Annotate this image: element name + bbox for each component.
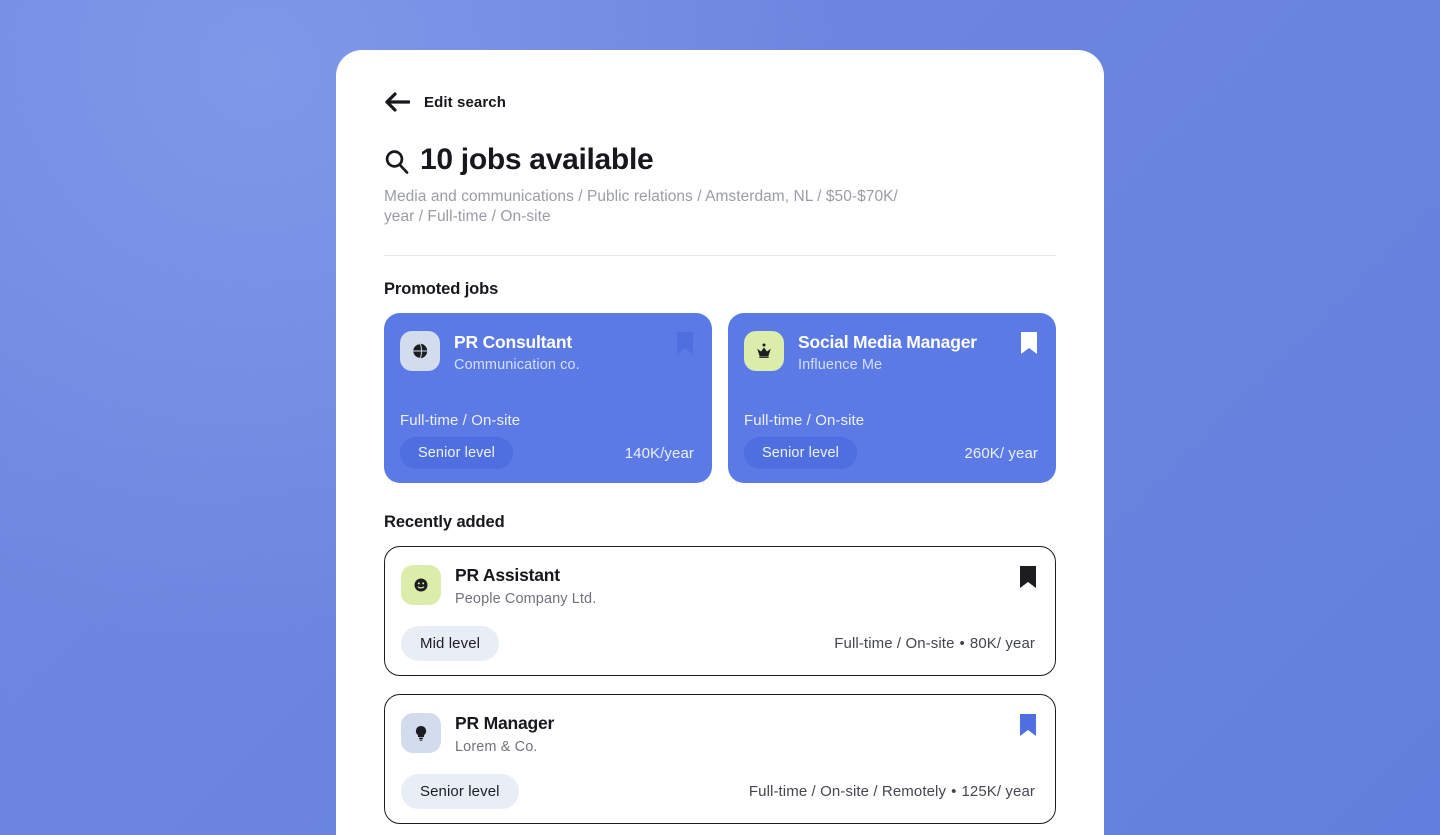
promoted-card-header: PR Consultant Communication co. (400, 331, 694, 373)
smiley-icon (401, 565, 441, 605)
company-name: Lorem & Co. (455, 739, 538, 755)
job-meta: Full-time / On-site (400, 412, 521, 429)
edit-search-button[interactable]: Edit search (384, 50, 1056, 112)
job-meta-text: Full-time / On-site (834, 635, 955, 652)
experience-level-badge: Mid level (401, 626, 500, 661)
promoted-card-titles: PR Consultant Communication co. (454, 331, 694, 373)
promoted-card-titles: Social Media Manager Influence Me (798, 331, 1038, 373)
bookmark-icon[interactable] (676, 331, 694, 355)
job-meta-text: Full-time / On-site / Remotely (748, 783, 947, 800)
globe-icon (400, 331, 440, 371)
company-name: Influence Me (798, 357, 883, 373)
recent-card-titles: PR Manager Lorem & Co. (455, 713, 554, 755)
job-title: PR Consultant (454, 332, 572, 352)
promoted-section-title: Promoted jobs (384, 280, 499, 298)
recent-job-card[interactable]: PR Assistant People Company Ltd. Mid lev… (384, 546, 1056, 676)
promoted-card-footer: Senior level 260K/ year (744, 437, 1038, 469)
edit-search-label: Edit search (424, 93, 506, 111)
promoted-job-card[interactable]: PR Consultant Communication co. Full-tim… (384, 313, 712, 483)
app-panel: Edit search 10 jobs available Media and … (336, 50, 1104, 835)
job-meta: Full-time / On-site / Remotely • 125K/ yea… (749, 783, 1035, 800)
crown-icon (744, 331, 784, 371)
meta-separator: • (959, 635, 965, 652)
recent-section-title: Recently added (384, 513, 505, 531)
recent-card-header: PR Manager Lorem & Co. (401, 713, 1035, 755)
experience-level-badge: Senior level (400, 437, 513, 469)
filters-summary: Media and communications / Public relati… (384, 188, 898, 225)
panel-content: Edit search 10 jobs available Media and … (336, 50, 1104, 824)
bookmark-icon[interactable] (1019, 565, 1037, 589)
recent-card-list: PR Assistant People Company Ltd. Mid lev… (384, 546, 1056, 824)
search-icon (384, 147, 409, 174)
recent-section: Recently added PR Assistant People Compa… (384, 483, 1056, 824)
job-meta: Full-time / On-site • 80K/ year (834, 635, 1035, 652)
job-title: PR Assistant (455, 565, 560, 585)
salary-label: 140K/year (624, 444, 694, 462)
arrow-left-icon (384, 91, 410, 113)
salary-label: 260K/ year (964, 444, 1038, 462)
promoted-job-card[interactable]: Social Media Manager Influence Me Full-t… (728, 313, 1056, 483)
promoted-card-header: Social Media Manager Influence Me (744, 331, 1038, 373)
meta-separator: • (951, 783, 957, 800)
company-name: Communication co. (454, 357, 580, 373)
bookmark-icon[interactable] (1019, 713, 1037, 737)
recent-card-header: PR Assistant People Company Ltd. (401, 565, 1035, 607)
salary-label: 80K/ year (969, 635, 1035, 652)
bookmark-icon[interactable] (1020, 331, 1038, 355)
experience-level-badge: Senior level (744, 437, 857, 469)
recent-card-footer: Mid level Full-time / On-site • 80K/ year (401, 626, 1035, 661)
company-name: People Company Ltd. (455, 591, 597, 607)
promoted-card-footer: Senior level 140K/year (400, 437, 694, 469)
recent-job-card[interactable]: PR Manager Lorem & Co. Senior level Full… (384, 694, 1056, 824)
recent-card-titles: PR Assistant People Company Ltd. (455, 565, 596, 607)
lightbulb-icon (401, 713, 441, 753)
recent-card-footer: Senior level Full-time / On-site / Remot… (401, 774, 1035, 809)
promoted-card-grid: PR Consultant Communication co. Full-tim… (384, 313, 1056, 483)
results-heading: 10 jobs available (384, 143, 1056, 177)
salary-label: 125K/ year (961, 783, 1035, 800)
job-title: Social Media Manager (798, 332, 977, 352)
job-meta: Full-time / On-site (744, 412, 865, 429)
experience-level-badge: Senior level (401, 774, 519, 809)
promoted-section: Promoted jobs PR Consultant Communicatio… (384, 256, 1056, 483)
job-title: PR Manager (455, 713, 555, 733)
page-title: 10 jobs available (420, 143, 654, 176)
